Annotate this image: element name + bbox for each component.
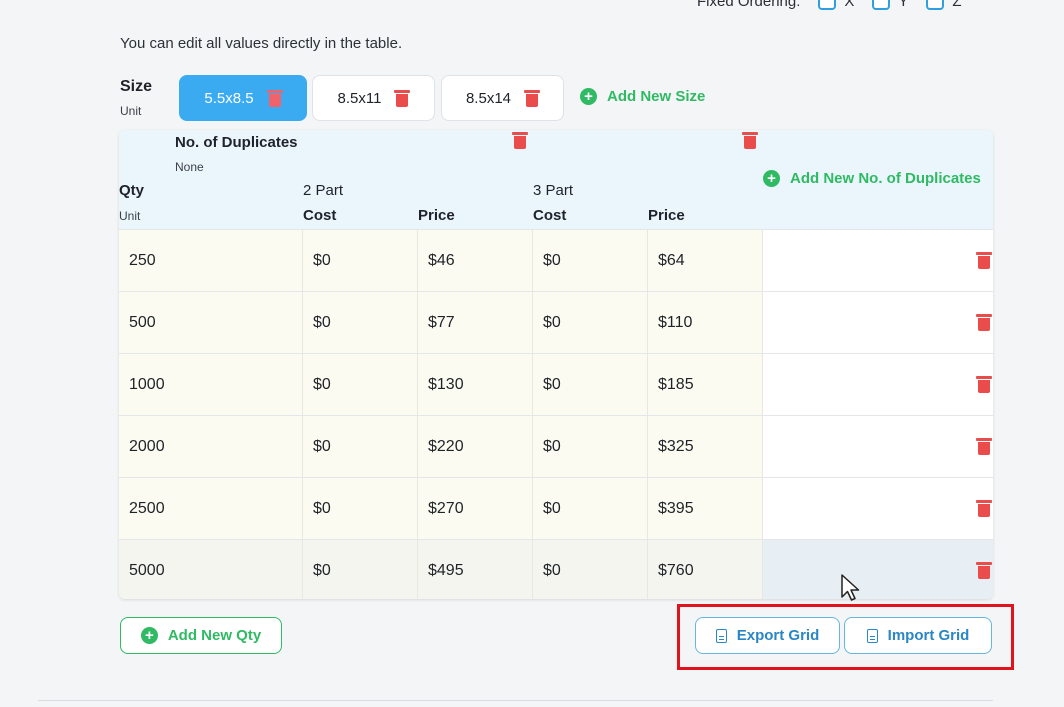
edit-hint: You can edit all values directly in the …: [120, 35, 403, 52]
checkbox-x[interactable]: [818, 0, 837, 10]
price-cell[interactable]: $325: [648, 416, 763, 477]
trash-icon[interactable]: [976, 314, 992, 331]
trash-icon[interactable]: [976, 562, 992, 579]
trash-icon[interactable]: [976, 438, 992, 455]
fixed-ordering-bar: Fixed Ordering: X Y Z: [697, 0, 962, 10]
trash-icon[interactable]: [394, 89, 411, 107]
trash-icon[interactable]: [976, 500, 992, 517]
qty-title: Qty: [119, 182, 145, 199]
price-cell[interactable]: $185: [648, 354, 763, 415]
size-unit: Unit: [120, 104, 142, 118]
price-cell[interactable]: $110: [648, 292, 763, 353]
table-row: 1000 $0 $130 $0 $185: [119, 353, 993, 415]
checkbox-z[interactable]: [926, 0, 945, 10]
qty-cell[interactable]: 2500: [119, 478, 303, 539]
fixed-ordering-label: Fixed Ordering:: [697, 0, 801, 10]
add-new-duplicates-link[interactable]: + Add New No. of Duplicates: [763, 170, 981, 187]
row-tail: [763, 416, 993, 477]
trash-icon[interactable]: [266, 89, 283, 107]
checkbox-y[interactable]: [872, 0, 891, 10]
cost-cell[interactable]: $0: [303, 292, 418, 353]
qty-cell[interactable]: 1000: [119, 354, 303, 415]
qty-unit: Unit: [119, 209, 141, 223]
order-option-x[interactable]: X: [818, 0, 854, 10]
row-tail: [763, 478, 993, 539]
qty-cell[interactable]: 5000: [119, 540, 303, 599]
table-row: 500 $0 $77 $0 $110: [119, 291, 993, 353]
cost-cell[interactable]: $0: [533, 292, 648, 353]
add-new-qty-button[interactable]: + Add New Qty: [120, 617, 282, 654]
table-row: 2500 $0 $270 $0 $395: [119, 477, 993, 539]
order-option-y[interactable]: Y: [872, 0, 908, 10]
cost-cell[interactable]: $0: [303, 416, 418, 477]
price-cell[interactable]: $395: [648, 478, 763, 539]
price-cell[interactable]: $270: [418, 478, 533, 539]
order-option-z[interactable]: Z: [926, 0, 962, 10]
row-tail: [763, 354, 993, 415]
cost-cell[interactable]: $0: [533, 230, 648, 291]
size-chip-5.5x8.5[interactable]: 5.5x8.5: [179, 75, 307, 121]
cost-cell[interactable]: $0: [303, 478, 418, 539]
duplicates-unit: None: [175, 160, 204, 174]
trash-icon[interactable]: [512, 132, 528, 149]
cost-cell[interactable]: $0: [533, 540, 648, 599]
price-cell[interactable]: $77: [418, 292, 533, 353]
price-cell[interactable]: $220: [418, 416, 533, 477]
plus-circle-icon: +: [140, 627, 158, 644]
plus-circle-icon: +: [580, 88, 597, 105]
cost-cell[interactable]: $0: [533, 478, 648, 539]
group-3-part: 3 Part: [533, 182, 574, 199]
cost-cell[interactable]: $0: [303, 230, 418, 291]
price-cell[interactable]: $130: [418, 354, 533, 415]
add-new-size-link[interactable]: + Add New Size: [580, 88, 705, 105]
price-cell[interactable]: $64: [648, 230, 763, 291]
col-cost: Cost: [533, 207, 567, 224]
col-cost: Cost: [303, 207, 337, 224]
trash-icon[interactable]: [524, 89, 541, 107]
price-cell[interactable]: $760: [648, 540, 763, 599]
qty-cell[interactable]: 2000: [119, 416, 303, 477]
size-label: Size: [120, 78, 153, 95]
col-price: Price: [648, 207, 685, 224]
trash-icon[interactable]: [976, 252, 992, 269]
duplicates-title: No. of Duplicates: [175, 134, 298, 151]
size-chip-8.5x11[interactable]: 8.5x11: [312, 75, 435, 121]
row-tail: [763, 292, 993, 353]
price-cell[interactable]: $495: [418, 540, 533, 599]
cost-cell[interactable]: $0: [303, 354, 418, 415]
qty-cell[interactable]: 250: [119, 230, 303, 291]
qty-cell[interactable]: 500: [119, 292, 303, 353]
plus-circle-icon: +: [763, 170, 780, 187]
row-tail: [763, 540, 993, 599]
col-price: Price: [418, 207, 455, 224]
pricing-grid: No. of Duplicates None Qty Unit 2 Part 3…: [119, 130, 993, 599]
price-cell[interactable]: $46: [418, 230, 533, 291]
group-2-part: 2 Part: [303, 182, 344, 199]
cost-cell[interactable]: $0: [533, 354, 648, 415]
grid-header: No. of Duplicates None Qty Unit 2 Part 3…: [119, 130, 993, 229]
trash-icon[interactable]: [742, 132, 758, 149]
trash-icon[interactable]: [976, 376, 992, 393]
row-tail: [763, 230, 993, 291]
mouse-cursor-icon: [841, 574, 860, 601]
size-chip-8.5x14[interactable]: 8.5x14: [441, 75, 564, 121]
highlight-annotation-box: [677, 604, 1014, 670]
table-row: 250 $0 $46 $0 $64: [119, 229, 993, 291]
divider: [38, 700, 993, 701]
cost-cell[interactable]: $0: [533, 416, 648, 477]
cost-cell[interactable]: $0: [303, 540, 418, 599]
table-row: 2000 $0 $220 $0 $325: [119, 415, 993, 477]
